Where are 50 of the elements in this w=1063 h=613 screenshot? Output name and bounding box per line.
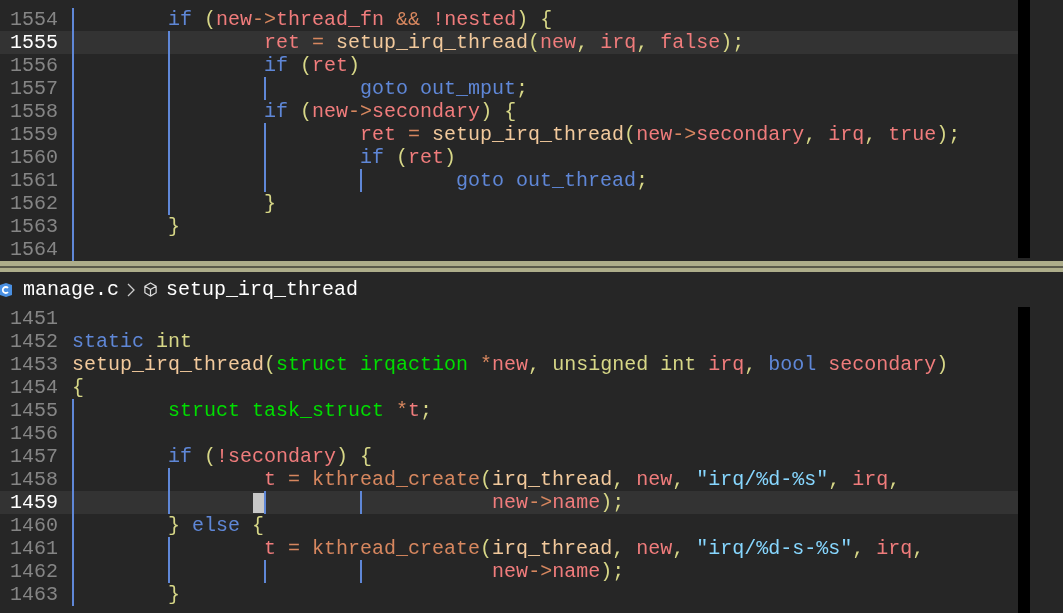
- line-number: 1561: [9, 169, 58, 192]
- line-number: 1451: [9, 307, 58, 330]
- code-line: }: [72, 215, 181, 238]
- code-line: }: [72, 583, 181, 606]
- code-line: } else {: [72, 514, 265, 537]
- cube-icon: [143, 282, 158, 297]
- code-line: t = kthread_create(irq_thread, new, "irq/%d-s-%s", irq,: [72, 537, 925, 560]
- line-number: 1459: [9, 491, 58, 514]
- line-number: 1557: [9, 77, 58, 100]
- line-number: 1454: [9, 376, 58, 399]
- line-number: 1456: [9, 422, 58, 445]
- code-line: ret = setup_irq_thread(new->secondary, irq, true);: [72, 123, 961, 146]
- line-number: 1559: [9, 123, 58, 146]
- code-line: if (ret): [72, 146, 457, 169]
- code-line: struct task_struct *t;: [72, 399, 433, 422]
- code-line: if (ret): [72, 54, 361, 77]
- line-number: 1462: [9, 560, 58, 583]
- line-number: 1554: [9, 8, 58, 31]
- line-number: 1560: [9, 146, 58, 169]
- line-number: 1558: [9, 100, 58, 123]
- line-number: 1453: [9, 353, 58, 376]
- code-line: new->name);: [72, 560, 625, 583]
- line-number: 1458: [9, 468, 58, 491]
- code-line: goto out_thread;: [72, 169, 649, 192]
- code-line: ret = setup_irq_thread(new, irq, false);: [72, 31, 745, 54]
- line-number: 1457: [9, 445, 58, 468]
- pane-splitter[interactable]: [0, 261, 1063, 272]
- line-number: 1452: [9, 330, 58, 353]
- breadcrumb-symbol[interactable]: setup_irq_thread: [166, 278, 359, 301]
- scrollbar[interactable]: [1018, 0, 1030, 258]
- code-line: }: [72, 192, 277, 215]
- code-line: if (new->secondary) {: [72, 100, 517, 123]
- line-number: 1460: [9, 514, 58, 537]
- line-number: 1463: [9, 583, 58, 606]
- line-number: 1563: [9, 215, 58, 238]
- code-line: setup_irq_thread(struct irqaction *new, unsigned int irq, bool secondary): [72, 353, 949, 376]
- line-number: 1556: [9, 54, 58, 77]
- code-line: {: [72, 376, 84, 399]
- code-line: if (!secondary) {: [72, 445, 373, 468]
- code-line: goto out_mput;: [72, 77, 529, 100]
- line-number: 1555: [9, 31, 58, 54]
- scrollbar[interactable]: [1018, 307, 1030, 613]
- line-number: 1564: [9, 238, 58, 261]
- c-file-icon: [0, 282, 12, 297]
- line-number: 1461: [9, 537, 58, 560]
- line-number: 1455: [9, 399, 58, 422]
- code-line: static int: [72, 330, 193, 353]
- breadcrumb-file[interactable]: manage.c: [23, 278, 119, 301]
- chevron-right-icon: [127, 282, 135, 297]
- line-number: 1562: [9, 192, 58, 215]
